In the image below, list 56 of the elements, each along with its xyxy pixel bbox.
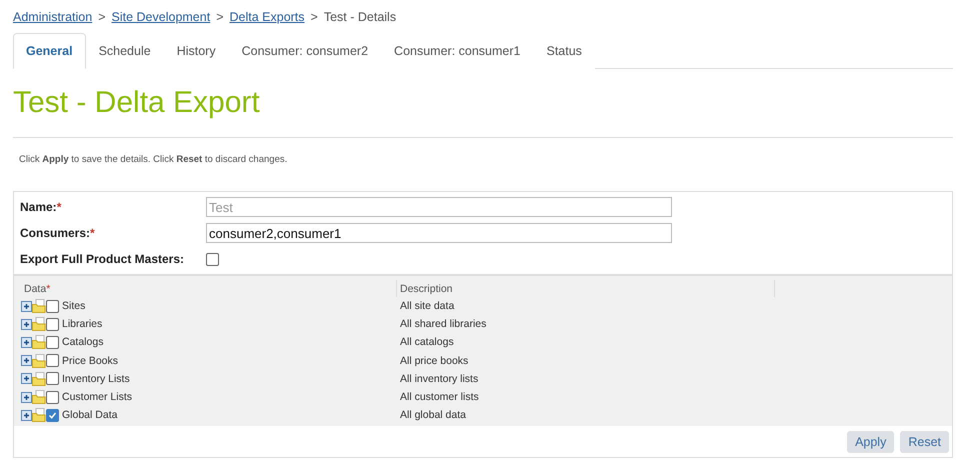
expand-icon[interactable] bbox=[21, 318, 32, 330]
breadcrumb-link[interactable]: Administration bbox=[13, 10, 92, 24]
tab[interactable]: General bbox=[13, 33, 86, 69]
text-field[interactable]: consumer2,consumer1 bbox=[206, 223, 672, 243]
folder-icon bbox=[32, 408, 46, 422]
description-cell-text: All catalogs bbox=[399, 336, 455, 348]
expand-icon[interactable] bbox=[21, 392, 32, 403]
folder-icon bbox=[32, 299, 46, 314]
expand-icon[interactable] bbox=[21, 373, 32, 384]
breadcrumb-separator: > bbox=[98, 10, 106, 24]
breadcrumb-current: Test - Details bbox=[324, 10, 396, 24]
breadcrumb-separator: > bbox=[310, 10, 318, 24]
expand-icon[interactable] bbox=[21, 300, 32, 312]
description-cell-text: All global data bbox=[399, 409, 467, 422]
folder-icon bbox=[32, 317, 46, 332]
description-cell-text: All inventory lists bbox=[399, 372, 480, 385]
expand-icon[interactable] bbox=[21, 336, 32, 348]
tab[interactable]: Schedule bbox=[86, 33, 164, 69]
tree-item-label[interactable]: Catalogs bbox=[59, 336, 104, 348]
column-header: Data* bbox=[24, 282, 50, 294]
checkbox[interactable] bbox=[46, 336, 59, 349]
description-cell-text: All price books bbox=[399, 354, 470, 367]
description-cell-text: All shared libraries bbox=[399, 318, 488, 330]
field-label: Name:* bbox=[20, 200, 62, 214]
field-label: Consumers:* bbox=[20, 226, 96, 240]
expand-icon[interactable] bbox=[21, 355, 32, 366]
expand-icon[interactable] bbox=[21, 410, 32, 421]
folder-icon bbox=[32, 390, 46, 404]
check-icon bbox=[48, 410, 57, 420]
tree-item-label[interactable]: Libraries bbox=[59, 318, 102, 330]
checkbox[interactable] bbox=[46, 354, 59, 368]
tree-item-label[interactable]: Price Books bbox=[59, 354, 118, 367]
apply-button[interactable]: Apply bbox=[847, 431, 894, 454]
breadcrumb-link[interactable]: Site Development bbox=[112, 10, 210, 24]
field-label: Export Full Product Masters: bbox=[20, 252, 186, 266]
folder-icon bbox=[32, 354, 46, 368]
breadcrumb-separator: > bbox=[216, 10, 224, 24]
column-header: Description bbox=[400, 282, 453, 294]
checkbox[interactable] bbox=[206, 252, 219, 266]
folder-icon bbox=[32, 372, 46, 386]
checkbox[interactable] bbox=[46, 318, 59, 331]
checkbox[interactable] bbox=[46, 372, 59, 386]
tree-item-label[interactable]: Global Data bbox=[59, 409, 118, 422]
tree-item-label[interactable]: Inventory Lists bbox=[59, 372, 130, 385]
checkbox[interactable] bbox=[46, 300, 59, 313]
checkbox[interactable] bbox=[46, 408, 59, 422]
tree-item-label[interactable]: Customer Lists bbox=[59, 391, 132, 404]
folder-icon bbox=[32, 335, 46, 350]
checkbox[interactable] bbox=[46, 390, 59, 404]
info-text: Click Apply to save the details. Click Reset to discard changes. bbox=[19, 154, 288, 167]
reset-button[interactable]: Reset bbox=[900, 431, 949, 454]
page-title: Test - Delta Export bbox=[13, 85, 261, 121]
tree-item-label[interactable]: Sites bbox=[59, 300, 86, 312]
description-cell-text: All customer lists bbox=[399, 391, 480, 404]
description-cell-text: All site data bbox=[399, 300, 456, 312]
breadcrumb-link[interactable]: Delta Exports bbox=[230, 10, 305, 24]
